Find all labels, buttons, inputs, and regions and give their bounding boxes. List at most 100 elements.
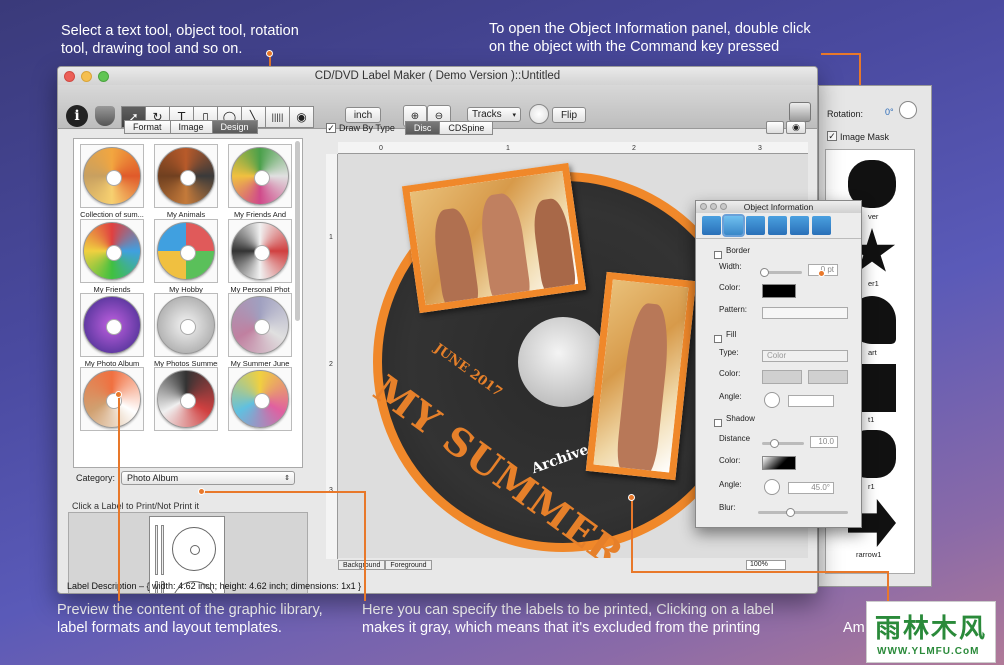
zoom-button[interactable] (98, 70, 109, 82)
tab-format[interactable]: Format (124, 120, 171, 134)
disc-label-top[interactable] (172, 527, 216, 571)
print-caption-line2: makes it gray, which means that it's exc… (362, 620, 761, 636)
blur-slider[interactable] (758, 508, 848, 517)
objinfo-callout-line-h (821, 53, 861, 55)
category-label: Category: (76, 473, 116, 483)
style-icon[interactable] (722, 214, 745, 237)
minimize-button[interactable] (81, 70, 92, 82)
canvas-bottom-bar: Background Foreground 100% (338, 560, 808, 570)
ruler-tick-label: 2 (632, 145, 636, 152)
tab-cdspine[interactable]: CDSpine (439, 121, 494, 135)
object-info-icon-tabs (696, 213, 861, 239)
zoom-select[interactable]: 100% (746, 560, 786, 570)
image-icon[interactable] (812, 216, 831, 235)
border-checkbox[interactable] (714, 251, 722, 259)
shape-icon[interactable] (746, 216, 765, 235)
draw-by-type-label: Draw By Type (339, 123, 395, 133)
title-bar[interactable]: CD/DVD Label Maker ( Demo Version )::Unt… (58, 67, 817, 85)
layers-icon[interactable] (766, 121, 784, 134)
image-mask-checkbox[interactable]: ✓ (827, 131, 837, 141)
mask-shape-label: r1 (868, 482, 875, 491)
shadow-angle-dial[interactable] (764, 479, 780, 495)
fill-label: Fill (726, 329, 737, 339)
right-callout-dot (628, 494, 635, 501)
mask-shape-label: t1 (868, 415, 875, 424)
gallery-item[interactable]: My Photo Album (80, 293, 144, 368)
shadow-distance-field[interactable]: 10.0 (810, 436, 838, 448)
logo-url: WWW.YLMFU.CoM (877, 646, 980, 657)
ruler-tick-label: 0 (379, 145, 383, 152)
gallery-item[interactable]: Collection of sum... (80, 144, 144, 219)
gallery-item[interactable] (154, 367, 218, 433)
gallery-item[interactable]: My Personal Phot (228, 219, 292, 294)
eye-icon[interactable]: ◉ (786, 121, 806, 134)
shadow-distance-slider[interactable] (762, 439, 804, 448)
tab-background[interactable]: Background (338, 560, 386, 570)
tab-image[interactable]: Image (169, 120, 213, 134)
fill-type-select[interactable]: Color (762, 350, 848, 362)
gallery-item[interactable]: My Friends (80, 219, 144, 294)
gallery-item[interactable] (228, 367, 292, 433)
right-callout-line-h (631, 571, 889, 573)
shadow-angle-field[interactable]: 45.0° (788, 482, 834, 494)
border-color-well[interactable] (762, 284, 796, 298)
cd-subtitle[interactable]: JUNE 2017 (431, 341, 505, 400)
pattern-select[interactable] (762, 307, 848, 319)
chevron-down-icon: ▾ (512, 111, 516, 119)
fill-angle-field[interactable] (788, 395, 834, 407)
image-mask-label: Image Mask (840, 132, 890, 142)
category-value: Photo Album (127, 473, 179, 483)
window-title: CD/DVD Label Maker ( Demo Version )::Unt… (314, 70, 561, 82)
category-select[interactable]: Photo Album ⇕ (121, 471, 296, 485)
object-info-titlebar[interactable]: Object Information (696, 201, 861, 213)
library-caption: Preview the content of the graphic libra… (57, 601, 323, 637)
spine-label[interactable] (155, 525, 158, 575)
tab-disc[interactable]: Disc (404, 121, 441, 135)
tracks-dropdown-label: Tracks (472, 109, 502, 120)
gallery-item-label: Collection of sum... (80, 210, 144, 219)
logo-cn-text: 雨林木风 (875, 614, 988, 644)
fill-checkbox[interactable] (714, 335, 722, 343)
gallery-scrollbar[interactable] (295, 141, 300, 321)
design-gallery[interactable]: Collection of sum... My Animals My Frien… (73, 138, 303, 468)
fill-angle-dial[interactable] (764, 392, 780, 408)
rotation-knob[interactable] (899, 101, 917, 119)
fill-color-well-1[interactable] (762, 370, 802, 384)
library-panel: Format Image Design Collection of sum...… (68, 120, 308, 593)
gallery-item[interactable]: My Hobby (154, 219, 218, 294)
tab-foreground[interactable]: Foreground (385, 560, 432, 570)
close-button[interactable] (64, 70, 75, 82)
zoom-button[interactable] (720, 203, 727, 210)
text-style-icon[interactable] (768, 216, 787, 235)
gallery-item[interactable]: My Animals (154, 144, 218, 219)
minimize-button[interactable] (710, 203, 717, 210)
spine-label[interactable] (161, 525, 164, 575)
print-callout-line-h (201, 491, 365, 493)
gallery-item[interactable]: My Photos Summer (154, 293, 218, 368)
shadow-checkbox[interactable] (714, 419, 722, 427)
objinfo-callout-dot (818, 270, 825, 277)
fill-color-well-2[interactable] (808, 370, 848, 384)
vertical-ruler: 1 2 3 (326, 154, 338, 559)
watermark-logo: 雨林木风 WWW.YLMFU.CoM (866, 601, 996, 663)
photo-group-friends[interactable] (401, 162, 587, 314)
objinfo-caption-line2: on the object with the Command key press… (489, 39, 780, 55)
print-caption-line1: Here you can specify the labels to be pr… (362, 602, 774, 618)
print-callout-dot (198, 488, 205, 495)
printer-icon[interactable] (789, 102, 811, 122)
shadow-color-well[interactable] (762, 456, 796, 470)
border-label: Border (726, 245, 751, 255)
gallery-item[interactable] (80, 367, 144, 433)
draw-by-type-checkbox[interactable]: ✓ (326, 123, 336, 133)
objinfo-caption-line1: To open the Object Information panel, do… (489, 21, 811, 37)
gallery-item[interactable]: My Summer June (228, 293, 292, 368)
ruler-tick-label: 1 (506, 145, 510, 152)
arrange-icon[interactable] (702, 216, 721, 235)
library-caption-line1: Preview the content of the graphic libra… (57, 602, 323, 618)
gallery-item[interactable]: My Friends And (228, 144, 292, 219)
tab-design[interactable]: Design (211, 120, 258, 134)
close-button[interactable] (700, 203, 707, 210)
ruler-tick-label: 3 (758, 145, 762, 152)
width-slider[interactable] (760, 268, 802, 277)
effects-icon[interactable] (790, 216, 809, 235)
